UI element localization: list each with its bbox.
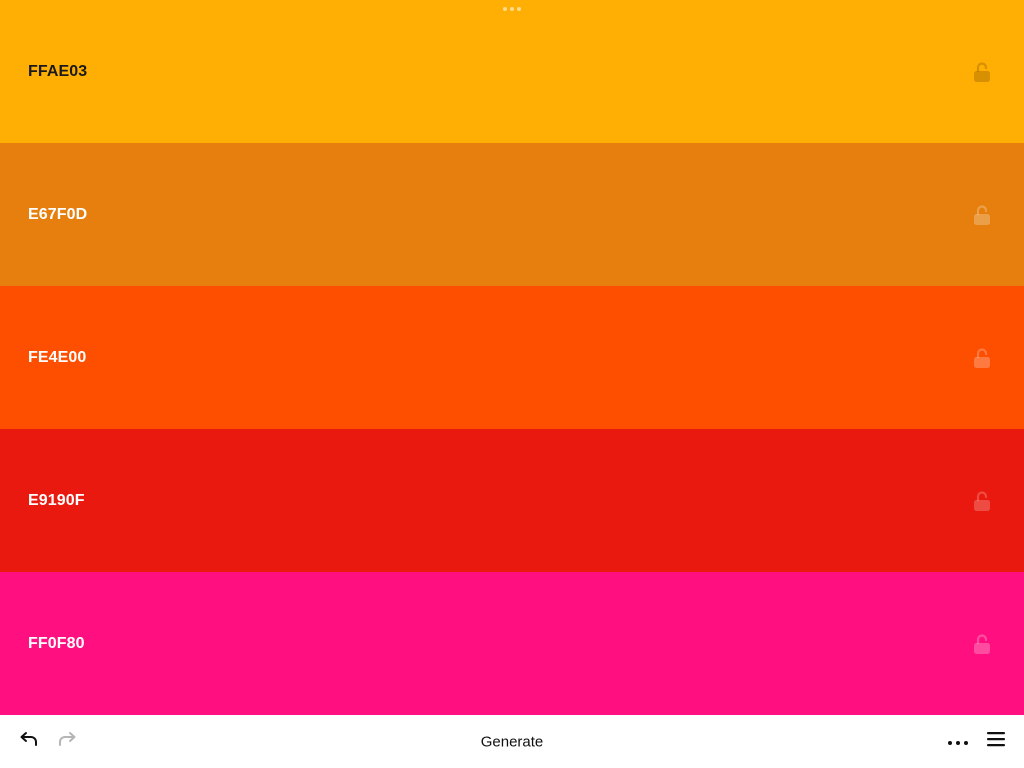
grip-dot	[510, 7, 514, 11]
color-swatch[interactable]: E9190F	[0, 429, 1024, 572]
unlocked-padlock-icon[interactable]	[973, 204, 991, 226]
undo-icon	[19, 731, 39, 752]
unlocked-padlock-icon[interactable]	[973, 633, 991, 655]
hex-code-label[interactable]: E67F0D	[28, 206, 87, 224]
grip-dot	[503, 7, 507, 11]
more-options-button[interactable]	[946, 731, 970, 753]
color-swatch[interactable]: FF0F80	[0, 572, 1024, 715]
undo-button[interactable]	[18, 731, 40, 753]
hamburger-menu-icon	[986, 730, 1006, 753]
unlocked-padlock-icon[interactable]	[973, 61, 991, 83]
redo-icon	[57, 731, 77, 752]
bottom-toolbar: Generate	[0, 715, 1024, 768]
hex-code-label[interactable]: FE4E00	[28, 349, 86, 367]
generate-button[interactable]: Generate	[473, 729, 552, 754]
hex-code-label[interactable]: FFAE03	[28, 63, 87, 81]
redo-button[interactable]	[56, 731, 78, 753]
color-swatch[interactable]: FE4E00	[0, 286, 1024, 429]
unlocked-padlock-icon[interactable]	[973, 347, 991, 369]
drag-handle-grip[interactable]	[503, 7, 521, 11]
grip-dot	[517, 7, 521, 11]
color-swatch[interactable]: FFAE03	[0, 0, 1024, 143]
menu-button[interactable]	[985, 731, 1007, 753]
app-root: FFAE03 E67F0D FE4E00 E9190F FF0F80 Gener…	[0, 0, 1024, 768]
color-swatch[interactable]: E67F0D	[0, 143, 1024, 286]
hex-code-label[interactable]: FF0F80	[28, 635, 85, 653]
more-horizontal-icon	[947, 733, 969, 751]
unlocked-padlock-icon[interactable]	[973, 490, 991, 512]
palette-swatches: FFAE03 E67F0D FE4E00 E9190F FF0F80	[0, 0, 1024, 715]
hex-code-label[interactable]: E9190F	[28, 492, 85, 510]
